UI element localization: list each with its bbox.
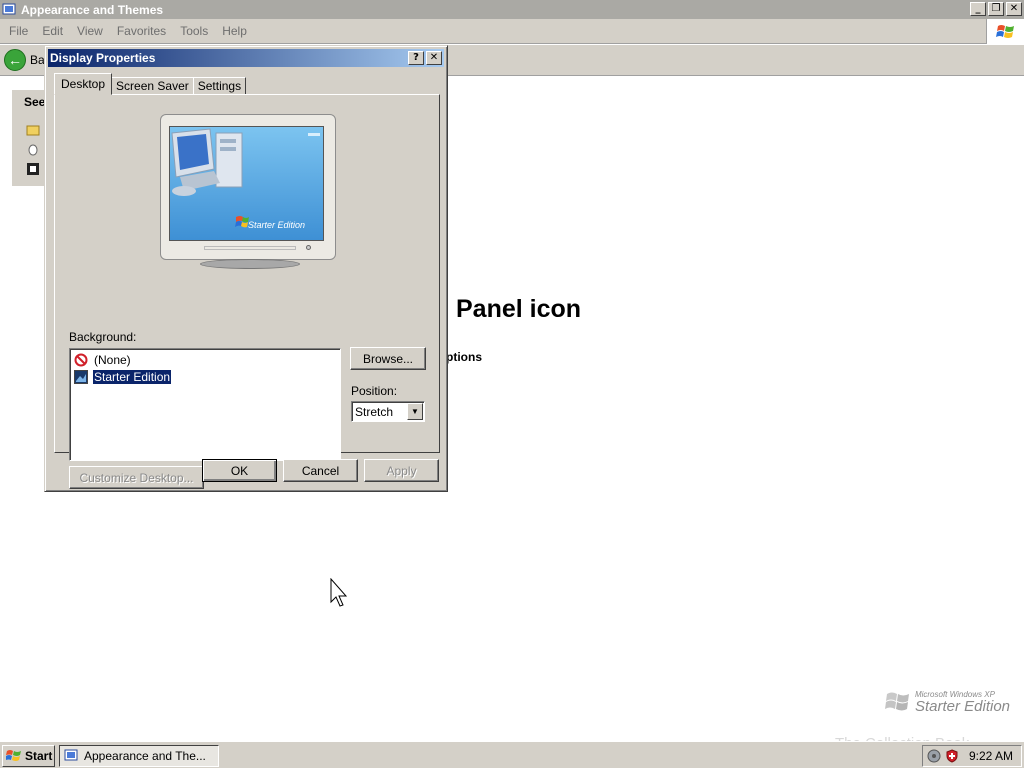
menu-bar: File Edit View Favorites Tools Help	[0, 19, 1024, 44]
taskbar-item-appearance[interactable]: Appearance and The...	[59, 745, 219, 767]
mouse-cursor-icon	[330, 578, 348, 607]
control-panel-icon	[2, 3, 16, 14]
tab-desktop[interactable]: Desktop	[54, 73, 113, 95]
clock: 9:22 AM	[968, 749, 1013, 763]
position-value: Stretch	[355, 404, 394, 419]
mouse-pointer-icon[interactable]	[26, 142, 40, 156]
windows-flag-icon	[6, 750, 21, 761]
watermark-edition: Starter Edition	[914, 697, 1010, 715]
monitor-preview: Starter Edition	[160, 114, 336, 269]
tab-settings[interactable]: Settings	[192, 77, 247, 95]
apply-button[interactable]: Apply	[364, 459, 439, 482]
windows-flag-icon	[986, 19, 1024, 44]
menu-tools[interactable]: Tools	[173, 24, 215, 38]
taskbar: Start Appearance and The... 9:22 AM	[0, 741, 1024, 768]
list-item-starter-edition[interactable]: Starter Edition	[73, 368, 337, 385]
monitor-slot	[204, 246, 296, 250]
menu-view[interactable]: View	[70, 24, 110, 38]
position-label: Position:	[351, 384, 398, 398]
display-settings-icon[interactable]	[26, 162, 40, 176]
browse-button[interactable]: Browse...	[350, 347, 426, 370]
close-button[interactable]: ✕	[1006, 2, 1022, 16]
edition-watermark: Microsoft Windows XP Starter Edition	[884, 690, 1010, 715]
ok-button[interactable]: OK	[202, 459, 277, 482]
list-item-label: (None)	[94, 352, 131, 367]
start-button[interactable]: Start	[2, 745, 55, 767]
tab-screen-saver[interactable]: Screen Saver	[111, 77, 194, 95]
back-arrow-icon: ←	[4, 49, 26, 71]
explorer-title: Appearance and Themes	[21, 2, 164, 17]
menu-file[interactable]: File	[2, 24, 35, 38]
menu-help[interactable]: Help	[215, 24, 254, 38]
monitor-stand	[200, 259, 300, 269]
back-label: Ba	[30, 53, 45, 67]
back-button[interactable]: ← Ba	[4, 49, 45, 71]
speaker-icon[interactable]	[927, 749, 941, 763]
display-properties-dialog: Display Properties ? ✕ Desktop Screen Sa…	[44, 45, 448, 492]
image-file-icon	[73, 369, 89, 385]
customize-desktop-button[interactable]: Customize Desktop...	[69, 466, 204, 489]
preview-brand-text: Starter Edition	[248, 220, 306, 230]
background-list[interactable]: (None) Starter Edition	[69, 348, 341, 461]
menu-favorites[interactable]: Favorites	[110, 24, 173, 38]
help-button[interactable]: ?	[408, 51, 424, 65]
see-also-heading: See	[24, 95, 46, 109]
preview-mini-logo	[308, 133, 320, 136]
security-shield-icon[interactable]	[945, 749, 959, 763]
menu-edit[interactable]: Edit	[35, 24, 70, 38]
restore-button[interactable]: ❐	[988, 2, 1004, 16]
options-link[interactable]: ptions	[446, 350, 482, 364]
power-led-icon	[306, 245, 311, 250]
task-pane: See	[12, 90, 48, 186]
control-panel-icon	[64, 749, 78, 761]
dialog-title-bar[interactable]: Display Properties ? ✕	[48, 49, 444, 67]
list-item-label: Starter Edition	[91, 368, 173, 385]
fonts-folder-icon[interactable]	[26, 123, 40, 137]
desktop-tab-panel: Starter Edition Background: (None) Start…	[54, 94, 440, 489]
start-label: Start	[25, 749, 53, 763]
preview-screen: Starter Edition	[169, 126, 324, 241]
chevron-down-icon[interactable]: ▼	[407, 403, 423, 420]
dialog-close-button[interactable]: ✕	[426, 51, 442, 65]
windows-logo-icon	[884, 692, 909, 711]
tab-strip: Desktop Screen Saver Settings	[54, 73, 247, 95]
background-label: Background:	[69, 330, 137, 344]
list-item-none[interactable]: (None)	[73, 351, 337, 368]
position-select[interactable]: Stretch ▼	[351, 401, 425, 422]
system-tray: 9:22 AM	[922, 745, 1022, 767]
task-label: Appearance and The...	[84, 749, 206, 763]
dialog-title: Display Properties	[50, 51, 156, 65]
explorer-title-bar[interactable]: Appearance and Themes _ ❐ ✕	[0, 0, 1024, 19]
cancel-button[interactable]: Cancel	[283, 459, 358, 482]
no-entry-icon	[73, 352, 89, 368]
minimize-button[interactable]: _	[970, 2, 986, 16]
control-panel-heading: Panel icon	[456, 295, 582, 323]
